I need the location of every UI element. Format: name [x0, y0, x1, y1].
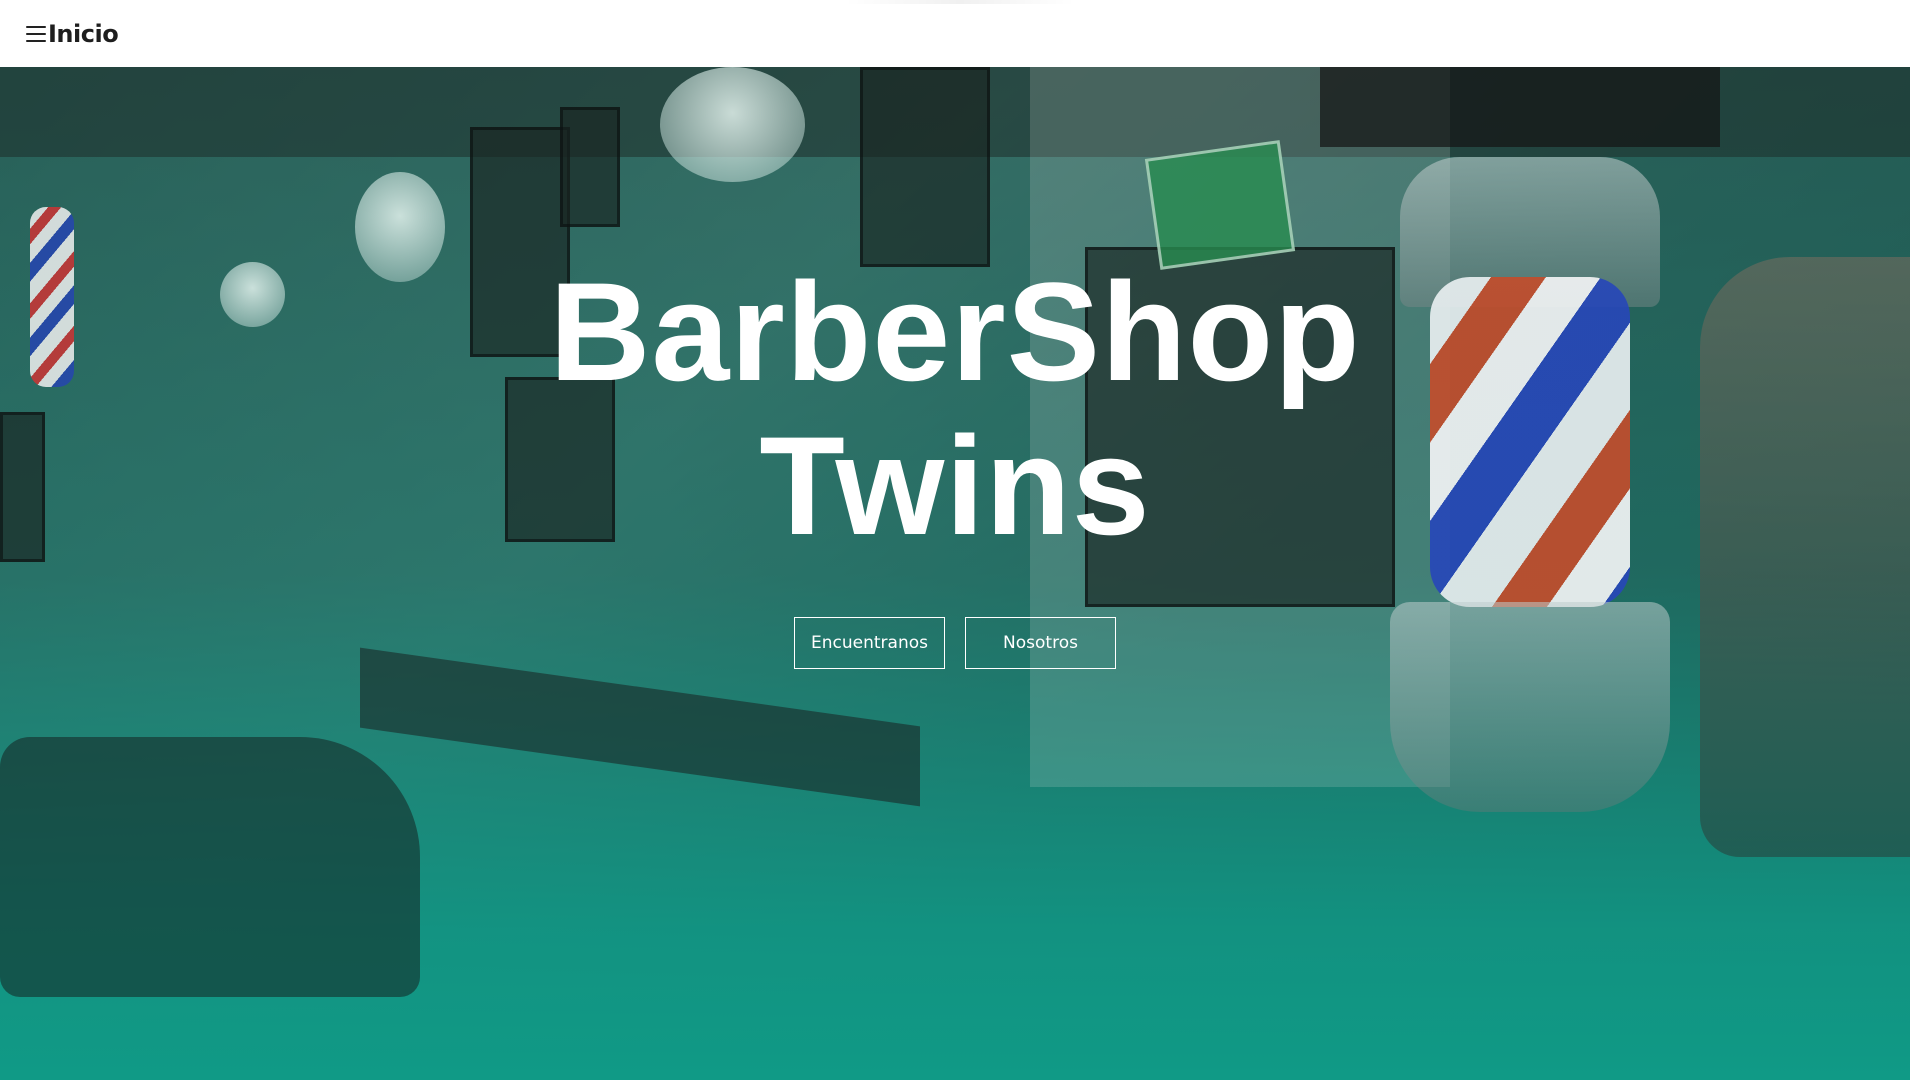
hero-title-line2: Twins: [759, 407, 1151, 564]
nosotros-button[interactable]: Nosotros: [965, 617, 1116, 669]
hero-title-line1: BarberShop: [549, 253, 1361, 410]
hero-content: BarberShop Twins Encuentranos Nosotros: [0, 67, 1910, 1080]
hamburger-menu-icon[interactable]: [26, 25, 46, 42]
browser-tab-shadow: [845, 0, 1075, 4]
hero-section: BarberShop Twins Encuentranos Nosotros: [0, 67, 1910, 1080]
top-navigation-bar: Inicio: [0, 0, 1910, 67]
hero-button-row: Encuentranos Nosotros: [0, 617, 1910, 669]
nav-title[interactable]: Inicio: [48, 20, 119, 48]
encuentranos-button[interactable]: Encuentranos: [794, 617, 945, 669]
hero-title: BarberShop Twins: [0, 255, 1910, 563]
